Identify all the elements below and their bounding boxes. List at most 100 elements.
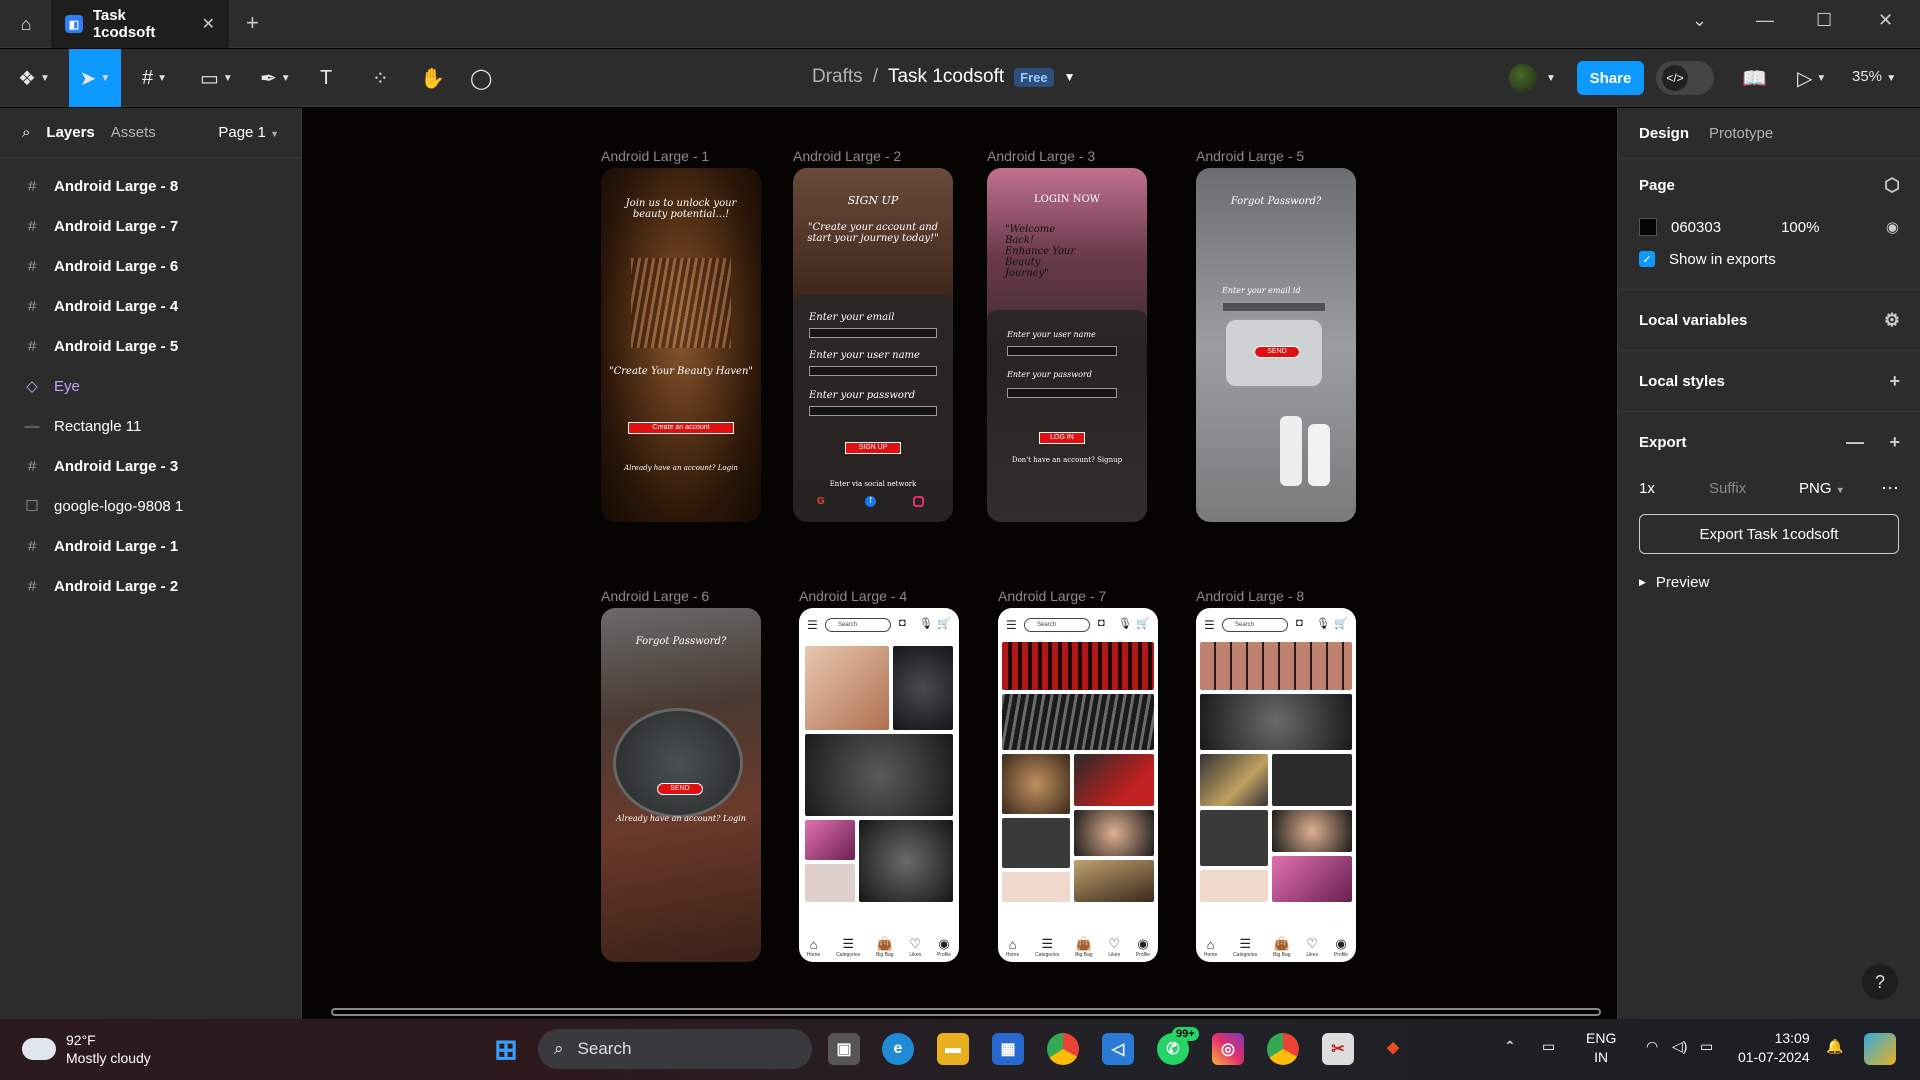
nav-item[interactable]: 👜 Big Bag	[1075, 936, 1093, 958]
snipping-tool-icon[interactable]: ✂	[1322, 1033, 1354, 1065]
horizontal-scrollbar[interactable]	[331, 1008, 1601, 1016]
export-button[interactable]: Export Task 1codsoft	[1639, 514, 1899, 554]
cart-icon[interactable]: 🛒	[937, 617, 951, 630]
layer-item[interactable]: # Android Large - 5	[0, 326, 301, 366]
figma-app-icon[interactable]: ❖	[1377, 1033, 1409, 1065]
search-input[interactable]: Search	[1024, 618, 1090, 632]
layer-item[interactable]: # Android Large - 1	[0, 526, 301, 566]
nav-item[interactable]: ☰ Categories	[1233, 936, 1257, 958]
plus-icon[interactable]: +	[1889, 371, 1900, 392]
task-view-icon[interactable]: ▣	[828, 1033, 860, 1065]
layer-item[interactable]: # Android Large - 8	[0, 166, 301, 206]
comment-tool-button[interactable]: ◯	[470, 63, 492, 93]
volume-icon[interactable]: ◁)	[1672, 1037, 1687, 1056]
windows-start-icon[interactable]: ⊞	[490, 1033, 522, 1065]
frame-android-large-4[interactable]: ☰ Search ◘ 🎙 🛒 ⌂ Home ☰ Categories 👜 Big Bag ♡ Likes…	[799, 608, 959, 962]
nav-item[interactable]: ♡ Likes	[909, 936, 921, 958]
frame-label[interactable]: Android Large - 1	[601, 148, 709, 164]
hand-tool-button[interactable]: ✋	[420, 63, 445, 93]
instagram-icon[interactable]	[913, 496, 924, 507]
page-selector[interactable]: Page 1 ▼	[218, 124, 279, 141]
copilot-icon[interactable]	[1864, 1033, 1896, 1065]
camera-icon[interactable]: ◘	[1098, 617, 1105, 629]
export-format[interactable]: PNG ▼	[1799, 480, 1845, 497]
layer-item[interactable]: # Android Large - 6	[0, 246, 301, 286]
minimize-icon[interactable]: —	[1756, 10, 1774, 31]
cart-icon[interactable]: 🛒	[1136, 617, 1150, 630]
frame-android-large-7[interactable]: ☰ Search ◘ 🎙 🛒 ⌂ Home ☰ Categories 👜 Big Bag ♡ Likes…	[998, 608, 1158, 962]
frame-label[interactable]: Android Large - 4	[799, 588, 907, 604]
frame-android-large-5[interactable]: Forgot Password? Enter your email id SEN…	[1196, 168, 1356, 522]
mic-icon[interactable]: 🎙	[919, 617, 933, 630]
chevron-up-icon[interactable]: ⌃	[1504, 1037, 1516, 1056]
tab-layers[interactable]: Layers	[46, 124, 94, 141]
breadcrumb-drafts[interactable]: Drafts	[812, 66, 863, 88]
local-variables-section[interactable]: Local variables ⚙	[1618, 289, 1920, 350]
frame-android-large-3[interactable]: LOGIN NOW "Welcome Back! Enhance Your Be…	[987, 168, 1147, 522]
display-icon[interactable]: ▭	[1542, 1037, 1555, 1056]
layer-item[interactable]: # Android Large - 7	[0, 206, 301, 246]
close-window-icon[interactable]: ✕	[1878, 10, 1893, 31]
signup-button[interactable]: SIGN UP	[845, 442, 901, 454]
frame-android-large-1[interactable]: Join us to unlock your beauty potential.…	[601, 168, 761, 522]
send-button[interactable]: SEND	[657, 783, 703, 795]
frame-label[interactable]: Android Large - 2	[793, 148, 901, 164]
variables-icon[interactable]: ⚙	[1884, 310, 1900, 331]
nav-item[interactable]: ⌂ Home	[1204, 937, 1217, 958]
export-scale[interactable]: 1x	[1639, 480, 1709, 497]
edge-icon[interactable]: e	[882, 1033, 914, 1065]
password-field[interactable]	[1007, 388, 1117, 398]
frame-android-large-6[interactable]: Forgot Password? SEND Already have an ac…	[601, 608, 761, 962]
zoom-level[interactable]: 35% ▼	[1852, 68, 1896, 85]
chevron-down-icon[interactable]: ▼	[1546, 63, 1556, 93]
color-swatch[interactable]	[1639, 218, 1657, 236]
nav-item[interactable]: ⌂ Home	[807, 937, 820, 958]
file-tab[interactable]: ◧ Task 1codsoft ✕	[51, 0, 229, 48]
main-menu-button[interactable]: ❖ ▼	[18, 63, 50, 93]
nav-item[interactable]: ◉ Profile	[1136, 936, 1150, 958]
show-exports-row[interactable]: ✓ Show in exports	[1639, 243, 1899, 275]
cart-icon[interactable]: 🛒	[1334, 617, 1348, 630]
layer-item[interactable]: ☐ google-logo-9808 1	[0, 486, 301, 526]
styles-icon[interactable]: ⬡	[1884, 175, 1900, 196]
chrome-icon[interactable]	[1267, 1033, 1299, 1065]
layer-item[interactable]: # Android Large - 4	[0, 286, 301, 326]
google-icon[interactable]: G	[817, 496, 825, 507]
layer-item[interactable]: # Android Large - 2	[0, 566, 301, 606]
menu-icon[interactable]: ☰	[1204, 618, 1215, 632]
frame-label[interactable]: Android Large - 3	[987, 148, 1095, 164]
store-icon[interactable]: ▦	[992, 1033, 1024, 1065]
move-tool-button[interactable]: ➤ ▼	[69, 49, 121, 107]
nav-item[interactable]: ◉ Profile	[1334, 936, 1348, 958]
bell-icon[interactable]: 🔔	[1826, 1037, 1843, 1056]
library-icon[interactable]: 📖	[1742, 63, 1767, 93]
opacity-value[interactable]: 100%	[1781, 219, 1819, 236]
local-styles-section[interactable]: Local styles +	[1618, 350, 1920, 411]
new-tab-button[interactable]: +	[246, 10, 259, 36]
file-explorer-icon[interactable]: ▬	[937, 1033, 969, 1065]
frame-label[interactable]: Android Large - 8	[1196, 588, 1304, 604]
help-button[interactable]: ?	[1862, 964, 1898, 1000]
file-name[interactable]: Task 1codsoft	[888, 66, 1004, 88]
battery-icon[interactable]: ▭	[1700, 1037, 1713, 1056]
layer-item[interactable]: # Android Large - 3	[0, 446, 301, 486]
eye-icon[interactable]: ◉	[1886, 218, 1899, 236]
email-field[interactable]	[1222, 302, 1326, 312]
tab-assets[interactable]: Assets	[111, 124, 156, 141]
vscode-icon[interactable]: ◁	[1102, 1033, 1134, 1065]
text-tool-button[interactable]: T	[320, 63, 332, 93]
minus-icon[interactable]: —	[1846, 432, 1864, 453]
close-tab-icon[interactable]: ✕	[202, 14, 215, 34]
frame-tool-button[interactable]: # ▼	[142, 63, 167, 93]
export-suffix[interactable]: Suffix	[1709, 480, 1799, 497]
username-field[interactable]	[809, 366, 937, 376]
present-button[interactable]: ▷ ▼	[1797, 63, 1826, 93]
search-input[interactable]: Search	[1222, 618, 1288, 632]
nav-item[interactable]: ♡ Likes	[1306, 936, 1318, 958]
email-field[interactable]	[809, 328, 937, 338]
checkbox-checked-icon[interactable]: ✓	[1639, 251, 1655, 267]
camera-icon[interactable]: ◘	[899, 617, 906, 629]
page-color-row[interactable]: 060303 100% ◉	[1639, 211, 1899, 243]
more-options-icon[interactable]: ⋯	[1881, 478, 1899, 499]
mic-icon[interactable]: 🎙	[1118, 617, 1132, 630]
